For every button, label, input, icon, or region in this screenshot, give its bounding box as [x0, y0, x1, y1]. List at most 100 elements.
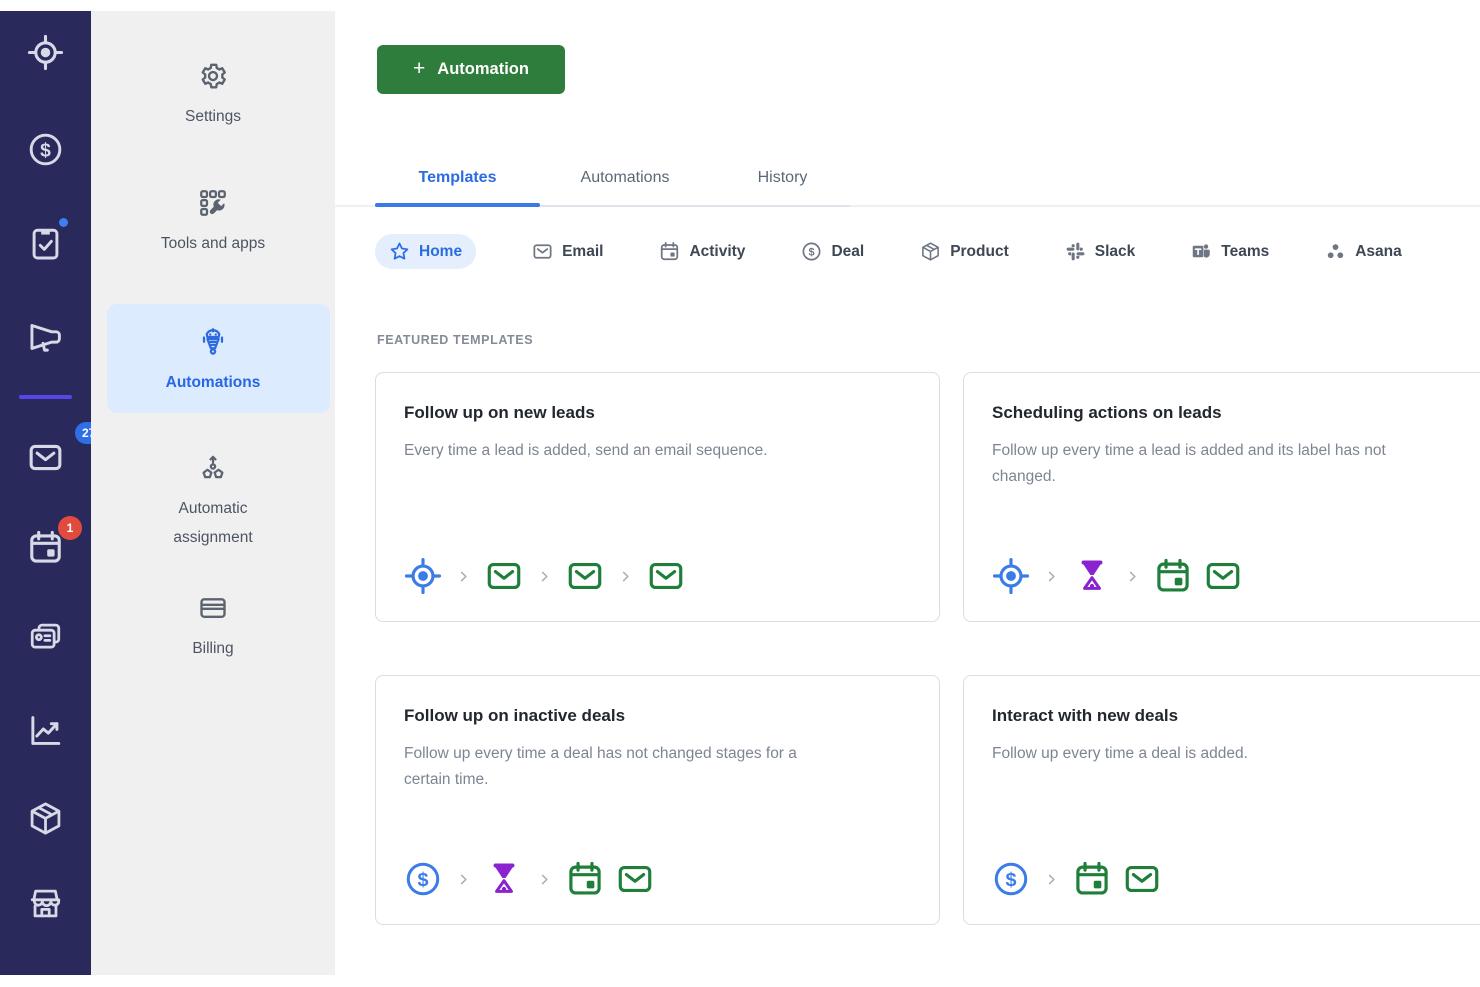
filter-chip-slack[interactable]: Slack	[1065, 241, 1136, 262]
active-tab-underline	[375, 203, 540, 207]
card-title: Scheduling actions on leads	[992, 403, 1480, 423]
notification-dot	[59, 218, 68, 227]
template-card[interactable]: Scheduling actions on leads Follow up eve…	[963, 372, 1480, 622]
tab-history[interactable]: History	[710, 151, 855, 205]
filter-chip-email[interactable]: Email	[532, 241, 603, 262]
calendar-step-icon	[1154, 557, 1192, 595]
sidebar-item-label: Tools and apps	[101, 230, 325, 259]
mail-step-icon	[1204, 557, 1242, 595]
automation-flow-preview: $	[404, 860, 911, 898]
filter-chip-activity[interactable]: Activity	[659, 241, 745, 262]
deals-icon: $	[27, 131, 64, 168]
filter-chip-home[interactable]: Home	[375, 234, 476, 269]
rail-item-marketplace[interactable]	[27, 885, 64, 922]
automation-flow-preview	[404, 557, 911, 595]
assignment-icon	[198, 453, 228, 483]
asana-icon	[1325, 241, 1346, 262]
deal-step-icon: $	[404, 860, 442, 898]
card-title: Follow up on new leads	[404, 403, 911, 423]
chevron-right-icon	[537, 872, 552, 887]
deal-step-icon: $	[992, 860, 1030, 898]
chevron-right-icon	[456, 569, 471, 584]
deals-icon: $	[801, 241, 822, 262]
card-title: Follow up on inactive deals	[404, 706, 911, 726]
card-title: Interact with new deals	[992, 706, 1480, 726]
slack-icon	[1065, 241, 1086, 262]
tools-icon	[198, 188, 228, 218]
rail-item-campaigns[interactable]	[27, 319, 64, 356]
rail-divider	[19, 395, 72, 399]
campaigns-icon	[27, 319, 64, 356]
sidebar-item-automatic-assignment[interactable]: Automatic assignment	[101, 453, 325, 552]
mail-icon	[532, 241, 553, 262]
template-card[interactable]: Interact with new deals Follow up every t…	[963, 675, 1480, 925]
rail-item-leads[interactable]	[27, 34, 64, 71]
contacts-icon	[27, 620, 64, 657]
calendar-icon	[27, 529, 64, 566]
billing-icon	[198, 593, 228, 623]
rail-item-mail[interactable]: 27	[27, 439, 64, 476]
main-content: + Automation TemplatesAutomationsHistory…	[335, 11, 1480, 975]
star-icon	[389, 241, 410, 262]
filter-chip-asana[interactable]: Asana	[1325, 241, 1402, 262]
rail-item-products[interactable]	[27, 800, 64, 837]
sidebar-item-label: Billing	[101, 635, 325, 664]
rail-item-tasks[interactable]	[27, 225, 64, 262]
filter-chip-label: Product	[950, 243, 1009, 261]
products-icon	[27, 800, 64, 837]
robot-icon	[198, 327, 228, 357]
calendar-icon	[659, 241, 680, 262]
rail-item-insights[interactable]	[27, 712, 64, 749]
marketplace-icon	[27, 885, 64, 922]
mail-icon	[27, 439, 64, 476]
automation-flow-preview: $	[992, 860, 1480, 898]
template-filter-bar: Home Email Activity $Deal Product Slack Teams A…	[375, 234, 1402, 269]
rail-item-contacts[interactable]	[27, 620, 64, 657]
sidebar-item-tools-and-apps[interactable]: Tools and apps	[101, 188, 325, 259]
mail-step-icon	[647, 557, 685, 595]
filter-chip-label: Email	[562, 243, 603, 261]
section-heading: FEATURED TEMPLATES	[377, 333, 533, 347]
leads-icon	[27, 34, 64, 71]
template-card[interactable]: Follow up on new leads Every time a lead …	[375, 372, 940, 622]
card-description: Follow up every time a deal is added.	[992, 741, 1392, 767]
tab-templates[interactable]: Templates	[375, 151, 540, 205]
plus-icon: +	[413, 57, 425, 81]
calendar-step-icon	[1073, 860, 1111, 898]
wait-step-icon	[1073, 557, 1111, 595]
teams-icon	[1191, 241, 1212, 262]
calendar-step-icon	[566, 860, 604, 898]
add-automation-button[interactable]: + Automation	[377, 45, 565, 94]
chevron-right-icon	[618, 569, 633, 584]
automation-flow-preview	[992, 557, 1480, 595]
svg-text:$: $	[809, 246, 815, 258]
rail-item-deals[interactable]: $	[27, 131, 64, 168]
gear-icon	[198, 61, 228, 91]
card-description: Follow up every time a lead is added and…	[992, 438, 1392, 490]
filter-chip-teams[interactable]: Teams	[1191, 241, 1269, 262]
filter-chip-deal[interactable]: $Deal	[801, 241, 864, 262]
left-rail: $27 1	[0, 11, 91, 975]
mail-step-icon	[616, 860, 654, 898]
lead-step-icon	[404, 557, 442, 595]
svg-text:$: $	[40, 140, 51, 161]
filter-chip-label: Teams	[1221, 243, 1269, 261]
rail-item-calendar[interactable]: 1	[27, 529, 64, 566]
chevron-right-icon	[1125, 569, 1140, 584]
sidebar-item-settings[interactable]: Settings	[101, 61, 325, 132]
mail-step-icon	[1123, 860, 1161, 898]
card-description: Every time a lead is added, send an emai…	[404, 438, 804, 464]
add-automation-label: Automation	[437, 60, 529, 79]
filter-chip-product[interactable]: Product	[920, 241, 1009, 262]
filter-chip-label: Activity	[689, 243, 745, 261]
svg-text:$: $	[1005, 869, 1016, 891]
svg-text:$: $	[417, 869, 428, 891]
sidebar-item-label: Settings	[101, 103, 325, 132]
sidebar-item-billing[interactable]: Billing	[101, 593, 325, 664]
wait-step-icon	[485, 860, 523, 898]
sidebar-item-automations[interactable]: Automations	[101, 327, 325, 398]
chevron-right-icon	[1044, 872, 1059, 887]
template-card[interactable]: Follow up on inactive dealsFollow up eve…	[375, 675, 940, 925]
tab-bar: TemplatesAutomationsHistory	[375, 151, 855, 205]
tab-automations[interactable]: Automations	[540, 151, 710, 205]
